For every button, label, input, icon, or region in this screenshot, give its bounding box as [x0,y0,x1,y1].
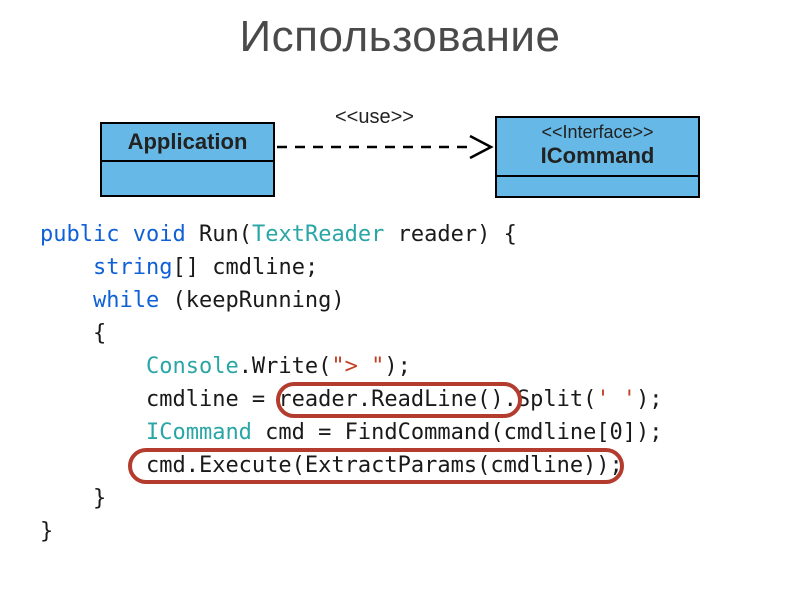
uml-application-label: Application [102,124,273,162]
param-reader: reader [398,222,477,247]
kw-void: void [133,222,186,247]
brace-close-1: } [93,486,106,511]
uml-use-label: <<use>> [335,106,414,129]
slide: Использование Application <<use>> <<Inte… [0,0,800,600]
uml-stereotype-label: <<Interface>> [497,118,698,143]
execute-line: cmd.Execute(ExtractParams(cmdline)); [146,453,623,478]
fn-run: Run [199,222,239,247]
uml-interface-icommand: <<Interface>> ICommand [495,116,700,198]
uml-diagram: Application <<use>> <<Interface>> IComma… [100,112,700,207]
code-block: public void Run(TextReader reader) { str… [40,218,760,548]
brace-open-1: { [504,222,517,247]
brace-open-2: { [93,321,106,346]
type-console: Console [146,354,239,379]
type-textreader: TextReader [252,222,384,247]
uml-dependency-arrow [275,132,495,162]
slide-title: Использование [0,12,800,62]
kw-public: public [40,222,119,247]
semi-1: ; [305,255,318,280]
str-prompt: "> " [331,354,384,379]
cond-keeprunning: (keepRunning) [172,288,344,313]
close-paren-semi-1: ); [384,354,411,379]
close-paren-semi-2: ); [636,387,663,412]
kw-string: string [93,255,172,280]
reader-readline: reader.ReadLine() [278,387,503,412]
split-open: .Split( [504,387,597,412]
uml-interface-name: ICommand [497,143,698,177]
chr-space: ' ' [596,387,636,412]
type-icommand: ICommand [146,420,252,445]
var-cmdline: cmdline [212,255,305,280]
cmd-assign: cmd = FindCommand(cmdline[0]); [252,420,663,445]
brace-close-2: } [40,519,53,544]
arr-brackets: [] [172,255,199,280]
write-call: .Write( [239,354,332,379]
kw-while: while [93,288,159,313]
assign-cmdline: cmdline = [146,387,278,412]
uml-class-application: Application [100,122,275,197]
